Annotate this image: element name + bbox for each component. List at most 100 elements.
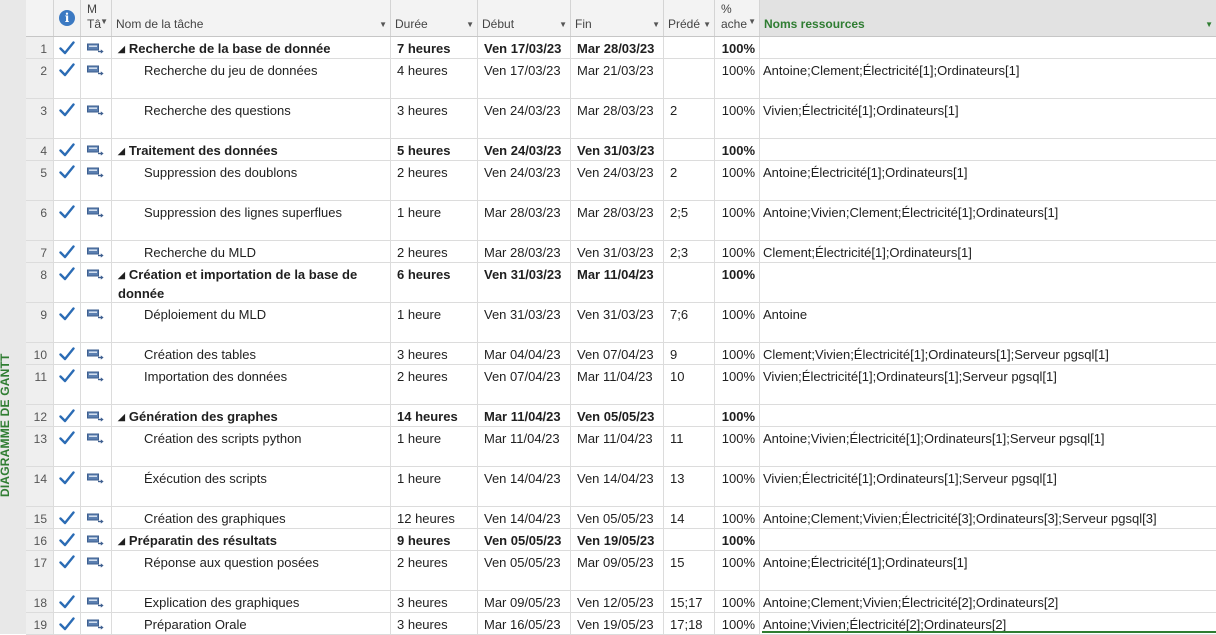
finish-header[interactable]: Fin ▼: [571, 0, 664, 36]
task-name-cell[interactable]: ◢ Traitement des données: [112, 139, 391, 160]
finish-cell[interactable]: Ven 05/05/23: [571, 405, 664, 426]
finish-cell[interactable]: Mar 11/04/23: [571, 427, 664, 466]
finish-cell[interactable]: Ven 12/05/23: [571, 591, 664, 612]
chevron-down-icon[interactable]: ▼: [703, 20, 711, 29]
auto-schedule-icon[interactable]: [81, 405, 112, 426]
row-number[interactable]: 17: [26, 551, 54, 590]
table-row[interactable]: 4 ◢ Traitement des données 5 heures Ven 24/0…: [26, 139, 1216, 161]
task-name-cell[interactable]: Éxécution des scripts: [112, 467, 391, 506]
task-name-cell[interactable]: Explication des graphiques: [112, 591, 391, 612]
predecessors-cell[interactable]: [664, 37, 715, 58]
row-number[interactable]: 8: [26, 263, 54, 302]
resource-names-cell[interactable]: [760, 529, 1216, 550]
chevron-down-icon[interactable]: ▼: [559, 20, 567, 29]
start-cell[interactable]: Ven 05/05/23: [478, 529, 571, 550]
table-row[interactable]: 7 Recherche du MLD 2 heures Mar 28/03/23 Ven…: [26, 241, 1216, 263]
row-number[interactable]: 12: [26, 405, 54, 426]
table-row[interactable]: 16 ◢ Préparatin des résultats 9 heures Ven 0…: [26, 529, 1216, 551]
duration-cell[interactable]: 14 heures: [391, 405, 478, 426]
resource-names-cell[interactable]: Antoine;Vivien;Électricité[1];Ordinateur…: [760, 427, 1216, 466]
indicators-header[interactable]: i: [54, 0, 81, 36]
duration-cell[interactable]: 1 heure: [391, 467, 478, 506]
duration-cell[interactable]: 1 heure: [391, 427, 478, 466]
predecessors-cell[interactable]: 7;6: [664, 303, 715, 342]
start-cell[interactable]: Ven 05/05/23: [478, 551, 571, 590]
auto-schedule-icon[interactable]: [81, 365, 112, 404]
collapse-triangle-icon[interactable]: ◢: [118, 146, 125, 156]
finish-cell[interactable]: Mar 09/05/23: [571, 551, 664, 590]
task-name-cell[interactable]: Déploiement du MLD: [112, 303, 391, 342]
predecessors-cell[interactable]: [664, 529, 715, 550]
table-row[interactable]: 8 ◢ Création et importation de la base de d…: [26, 263, 1216, 303]
finish-cell[interactable]: Ven 19/05/23: [571, 613, 664, 634]
resource-names-cell[interactable]: Vivien;Électricité[1];Ordinateurs[1]: [760, 99, 1216, 138]
duration-cell[interactable]: 1 heure: [391, 303, 478, 342]
row-number[interactable]: 2: [26, 59, 54, 98]
predecessors-cell[interactable]: 2;5: [664, 201, 715, 240]
row-number[interactable]: 5: [26, 161, 54, 200]
duration-cell[interactable]: 3 heures: [391, 99, 478, 138]
predecessors-cell[interactable]: 15: [664, 551, 715, 590]
percent-complete-cell[interactable]: 100%: [715, 365, 760, 404]
task-name-header[interactable]: Nom de la tâche ▼: [112, 0, 391, 36]
resource-names-cell[interactable]: Clement;Vivien;Électricité[1];Ordinateur…: [760, 343, 1216, 364]
auto-schedule-icon[interactable]: [81, 139, 112, 160]
duration-cell[interactable]: 2 heures: [391, 241, 478, 262]
table-row[interactable]: 2 Recherche du jeu de données 4 heures Ven …: [26, 59, 1216, 99]
start-cell[interactable]: Mar 11/04/23: [478, 405, 571, 426]
auto-schedule-icon[interactable]: [81, 201, 112, 240]
table-row[interactable]: 10 Création des tables 3 heures Mar 04/04/2…: [26, 343, 1216, 365]
predecessors-cell[interactable]: 14: [664, 507, 715, 528]
start-cell[interactable]: Mar 28/03/23: [478, 241, 571, 262]
finish-cell[interactable]: Mar 28/03/23: [571, 99, 664, 138]
predecessors-cell[interactable]: 10: [664, 365, 715, 404]
percent-complete-cell[interactable]: 100%: [715, 263, 760, 302]
auto-schedule-icon[interactable]: [81, 263, 112, 302]
collapse-triangle-icon[interactable]: ◢: [118, 412, 125, 422]
auto-schedule-icon[interactable]: [81, 507, 112, 528]
predecessors-cell[interactable]: [664, 59, 715, 98]
task-name-cell[interactable]: ◢ Génération des graphes: [112, 405, 391, 426]
start-header[interactable]: Début ▼: [478, 0, 571, 36]
percent-complete-cell[interactable]: 100%: [715, 139, 760, 160]
duration-cell[interactable]: 2 heures: [391, 161, 478, 200]
task-name-cell[interactable]: Recherche du jeu de données: [112, 59, 391, 98]
task-name-cell[interactable]: Recherche des questions: [112, 99, 391, 138]
resource-names-cell[interactable]: [760, 139, 1216, 160]
row-number[interactable]: 13: [26, 427, 54, 466]
start-cell[interactable]: Ven 07/04/23: [478, 365, 571, 404]
task-name-cell[interactable]: ◢ Préparatin des résultats: [112, 529, 391, 550]
task-name-cell[interactable]: Création des scripts python: [112, 427, 391, 466]
duration-cell[interactable]: 1 heure: [391, 201, 478, 240]
predecessors-cell[interactable]: [664, 139, 715, 160]
predecessors-cell[interactable]: 2: [664, 99, 715, 138]
resource-names-cell[interactable]: [760, 263, 1216, 302]
resource-names-cell[interactable]: Antoine;Électricité[1];Ordinateurs[1]: [760, 551, 1216, 590]
finish-cell[interactable]: Ven 14/04/23: [571, 467, 664, 506]
percent-complete-cell[interactable]: 100%: [715, 507, 760, 528]
task-name-cell[interactable]: Création des tables: [112, 343, 391, 364]
start-cell[interactable]: Ven 24/03/23: [478, 99, 571, 138]
table-row[interactable]: 11 Importation des données 2 heures Ven 07/…: [26, 365, 1216, 405]
percent-complete-cell[interactable]: 100%: [715, 161, 760, 200]
task-name-cell[interactable]: Préparation Orale: [112, 613, 391, 634]
resource-names-cell[interactable]: Antoine;Électricité[1];Ordinateurs[1]: [760, 161, 1216, 200]
duration-cell[interactable]: 12 heures: [391, 507, 478, 528]
duration-cell[interactable]: 3 heures: [391, 591, 478, 612]
duration-cell[interactable]: 5 heures: [391, 139, 478, 160]
finish-cell[interactable]: Ven 24/03/23: [571, 161, 664, 200]
auto-schedule-icon[interactable]: [81, 551, 112, 590]
finish-cell[interactable]: Mar 11/04/23: [571, 365, 664, 404]
percent-complete-cell[interactable]: 100%: [715, 405, 760, 426]
predecessors-cell[interactable]: 2;3: [664, 241, 715, 262]
percent-complete-cell[interactable]: 100%: [715, 201, 760, 240]
view-sidebar[interactable]: DIAGRAMME DE GANTT: [0, 0, 27, 634]
chevron-down-icon[interactable]: ▼: [748, 14, 756, 29]
chevron-down-icon[interactable]: ▼: [379, 20, 387, 29]
resource-names-cell[interactable]: Antoine;Vivien;Clement;Électricité[1];Or…: [760, 201, 1216, 240]
auto-schedule-icon[interactable]: [81, 427, 112, 466]
percent-complete-header[interactable]: % ache ▼: [715, 0, 760, 36]
start-cell[interactable]: Mar 28/03/23: [478, 201, 571, 240]
row-number[interactable]: 3: [26, 99, 54, 138]
chevron-down-icon[interactable]: ▼: [1205, 20, 1213, 29]
